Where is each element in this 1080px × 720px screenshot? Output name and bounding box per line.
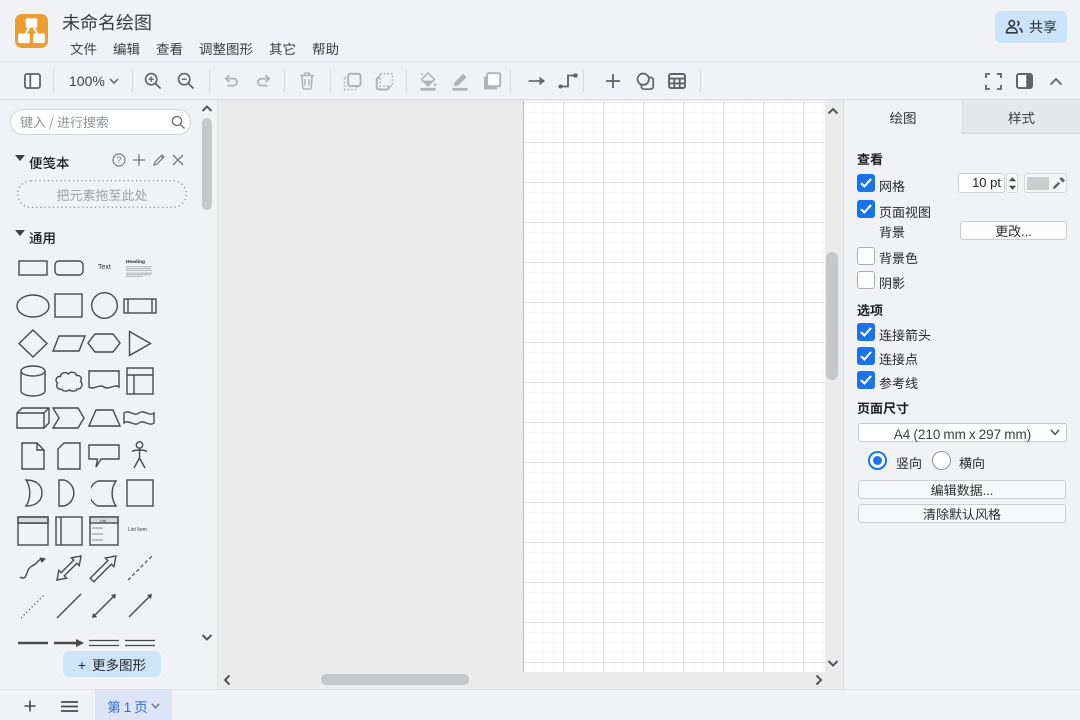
svg-text:List: List: [100, 518, 107, 523]
svg-text:Heading: Heading: [126, 259, 145, 265]
